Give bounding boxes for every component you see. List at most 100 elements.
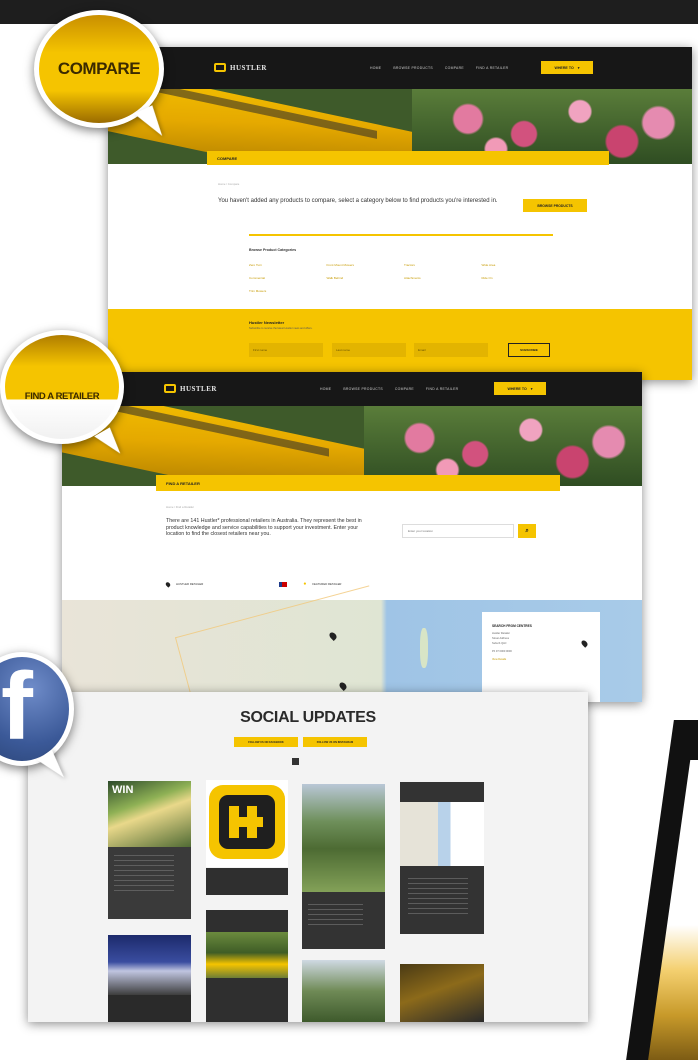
social-post-thumbnail[interactable] [400,782,484,934]
social-post-caption[interactable] [206,868,288,895]
compare-callout-label: COMPARE [57,59,141,78]
retailer-callout-bubble: FIND A RETAILER [0,330,124,444]
facebook-callout-image: f [0,657,69,761]
retailer-map[interactable]: SEARCH FROM CENTRES Hustler Retailer Str… [62,585,642,702]
facebook-icon: f [1,657,33,760]
retailer-intro: There are 141 Hustler* professional reta… [166,518,362,538]
post-text-lines [408,878,468,918]
map-pin-icon [580,639,589,648]
category-grid: Zero Turn Front Mount Mowers Tractors Wi… [249,263,559,293]
section-title: SOCIAL UPDATES [240,709,376,726]
nav-link-retailer[interactable]: FIND A RETAILER [476,66,509,70]
retailer-callout-image: FIND A RETAILER [5,335,119,439]
social-post-thumbnail[interactable] [108,935,191,1022]
category-link[interactable]: Wide Area [482,263,560,267]
browse-products-button[interactable]: BROWSE PRODUCTS [523,199,587,212]
legend-featured: FEATURED RETAILER [312,582,342,586]
retailer-callout-label: FIND A RETAILER [24,391,100,402]
map-pin-icon[interactable] [338,681,348,691]
tablet-screen-image [648,760,698,1060]
social-updates-card: SOCIAL UPDATES FOLLOW US ON FACEBOOK FOL… [28,692,588,1022]
chevron-down-icon: ▾ [577,65,580,70]
follow-instagram-button[interactable]: FOLLOW US ON INSTAGRAM [303,737,367,747]
tablet-device-edge [626,720,698,1060]
nav-link-browse[interactable]: BROWSE PRODUCTS [343,387,383,391]
category-link[interactable]: Trim Mowers [249,289,327,293]
social-post-thumbnail[interactable] [400,964,484,1022]
logo-inner [219,795,275,849]
post-text-lines [308,904,363,928]
category-link[interactable]: Commercial [249,276,327,280]
page-title-bar: FIND A RETAILER [156,475,560,491]
page-title-bar: COMPARE [207,151,609,165]
newsletter-subtitle: Subscribe to receive the latest Hustler … [249,327,313,330]
logo-h-right [247,806,257,838]
result-address: Street Address [492,637,510,640]
page-title: COMPARE [217,155,238,161]
compare-page-card: HUSTLER HOME BROWSE PRODUCTS COMPARE FIN… [108,47,692,380]
nav-link-retailer[interactable]: FIND A RETAILER [426,387,459,391]
flowers-image [363,406,642,486]
breadcrumb: Home / Compare [218,182,240,186]
compare-callout-image: COMPARE [39,15,159,123]
post-text-lines [114,855,174,895]
hero-banner [62,406,642,486]
result-name: Hustler Retailer [492,632,510,635]
post-image [400,802,484,866]
category-link[interactable]: Front Mount Mowers [327,263,405,267]
hustler-logo-icon [214,63,226,72]
win-label: WIN [112,784,134,796]
post-image [108,935,191,995]
chevron-down-icon: ▾ [530,386,533,391]
where-to-button[interactable]: WHERE TO ▾ [541,61,593,74]
category-link[interactable]: Attachments [404,276,482,280]
first-name-field[interactable]: First name [249,343,323,357]
map-pin-icon [164,580,172,588]
nav-link-browse[interactable]: BROWSE PRODUCTS [393,66,433,70]
result-suburb: Suburb QLD [492,642,507,645]
social-post-thumbnail[interactable]: WIN [108,781,191,919]
logo[interactable]: HUSTLER [214,63,267,72]
category-link[interactable]: Tractors [404,263,482,267]
hustler-logo-icon [164,384,176,393]
nav-link-home[interactable]: HOME [320,387,331,391]
social-post-thumbnail[interactable] [302,960,385,1022]
star-pin-icon: ● [303,581,307,587]
map-results-panel: SEARCH FROM CENTRES Hustler Retailer Str… [482,612,600,702]
empty-compare-message: You haven't added any products to compar… [218,198,498,204]
post-image [400,964,484,1022]
result-link[interactable]: View Details [492,658,506,661]
category-link[interactable]: Zero Turn [249,263,327,267]
newsletter-section: Hustler Newsletter Subscribe to receive … [108,309,692,380]
search-icon: ⌕ [525,527,529,534]
square-icon [292,758,299,765]
map-legend: HUSTLER RETAILER ● FEATURED RETAILER [164,580,342,588]
social-post-thumbnail[interactable] [206,910,288,1022]
map-roads [174,585,391,702]
nav-link-compare[interactable]: COMPARE [445,66,464,70]
category-link[interactable]: Walk Behind [327,276,405,280]
legend-retailer: HUSTLER RETAILER [176,582,204,586]
category-link[interactable]: Ride On [482,276,560,280]
logo[interactable]: HUSTLER [164,384,217,393]
hustler-logo-icon [209,785,285,859]
nav-link-compare[interactable]: COMPARE [395,387,414,391]
social-post-thumbnail[interactable] [302,784,385,949]
logo-h-bar [229,817,263,827]
social-post-thumbnail[interactable] [206,780,288,867]
email-field[interactable]: Email [414,343,488,357]
search-button[interactable]: ⌕ [518,524,536,538]
location-search-input[interactable]: Enter your location [402,524,514,538]
nav-link-home[interactable]: HOME [370,66,381,70]
breadcrumb: Home / Find a Retailer [166,505,194,509]
last-name-field[interactable]: Last name [332,343,406,357]
where-to-button[interactable]: WHERE TO ▾ [494,382,546,395]
nav-links: HOME BROWSE PRODUCTS COMPARE FIND A RETA… [370,66,508,70]
navbar: HUSTLER HOME BROWSE PRODUCTS COMPARE FIN… [62,372,642,406]
page-title: FIND A RETAILER [166,480,200,486]
flag-icon [279,581,288,587]
subscribe-button[interactable]: SUBSCRIBE [508,343,550,357]
divider [249,234,553,236]
nav-links: HOME BROWSE PRODUCTS COMPARE FIND A RETA… [320,387,458,391]
follow-facebook-button[interactable]: FOLLOW US ON FACEBOOK [234,737,298,747]
